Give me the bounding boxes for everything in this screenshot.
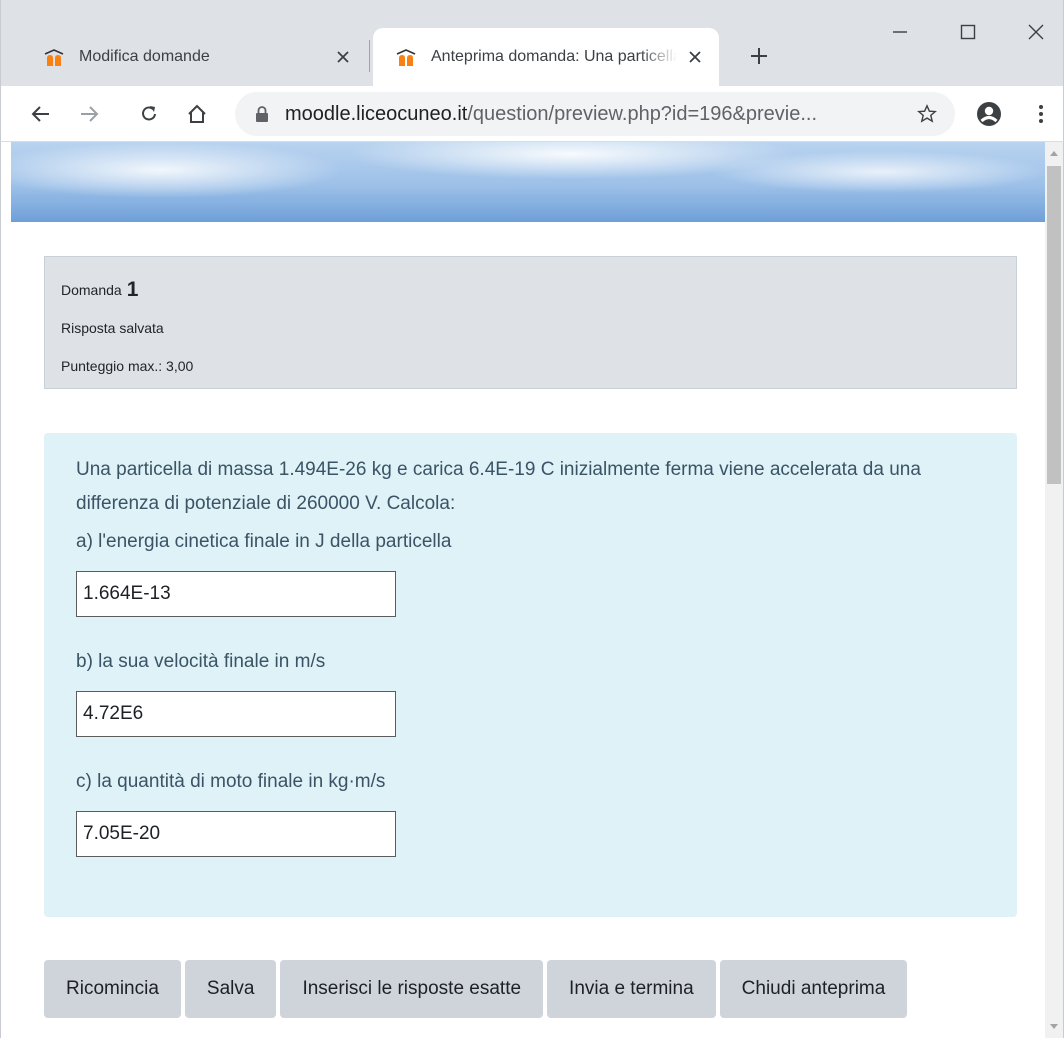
scroll-down-arrow-icon[interactable] [1045, 1018, 1063, 1036]
url-path: /question/preview.php?id=196&previe... [467, 102, 818, 125]
tab-title: Anteprima domanda: Una particella di mas… [431, 48, 677, 65]
answer-c-input[interactable] [76, 811, 396, 857]
question-number: Domanda 1 [61, 271, 1000, 309]
header-sky-banner [11, 142, 1047, 222]
save-button[interactable]: Salva [184, 960, 277, 1018]
answer-a-input[interactable] [76, 571, 396, 617]
minimize-icon[interactable] [873, 12, 927, 52]
preview-controls: Ricomincia Salva Inserisci le risposte e… [44, 960, 908, 1018]
arrow-right-icon[interactable] [69, 94, 109, 134]
answer-b-input[interactable] [76, 691, 396, 737]
account-icon[interactable] [969, 94, 1009, 134]
new-tab-plus-icon[interactable] [741, 38, 777, 74]
fill-correct-button[interactable]: Inserisci le risposte esatte [280, 960, 544, 1018]
tab-title: Modifica domande [79, 48, 210, 65]
moodle-favicon-icon [43, 46, 65, 68]
restart-button[interactable]: Ricomincia [44, 960, 181, 1018]
kebab-menu-icon[interactable] [1021, 94, 1061, 134]
part-c-label: c) la quantità di moto finale in kg·m/s [76, 771, 386, 792]
page-content: Domanda 1 Risposta salvata Punteggio max… [11, 222, 1047, 1038]
url-host: moodle.liceocuneo.it [285, 102, 468, 125]
home-icon[interactable] [177, 94, 217, 134]
tab-strip: Modifica domande Anteprima domanda: Una … [0, 0, 1064, 86]
part-a-label: a) l'energia cinetica finale in J della … [76, 531, 452, 552]
page-viewport: Domanda 1 Risposta salvata Punteggio max… [0, 142, 1064, 1038]
close-window-icon[interactable] [1009, 12, 1063, 52]
tab-anteprima-domanda[interactable]: Anteprima domanda: Una particella di mas… [373, 28, 719, 86]
browser-toolbar: moodle.liceocuneo.it/question/preview.ph… [0, 86, 1064, 142]
tab-modifica-domande[interactable]: Modifica domande [21, 28, 367, 86]
question-text: Una particella di massa 1.494E-26 kg e c… [76, 459, 921, 514]
question-state: Risposta salvata [61, 320, 164, 336]
reload-icon[interactable] [129, 94, 169, 134]
lock-icon[interactable] [255, 106, 269, 122]
vertical-scrollbar[interactable] [1045, 142, 1063, 1038]
url-text: moodle.liceocuneo.it/question/preview.ph… [285, 103, 905, 126]
close-tab-icon[interactable] [325, 39, 361, 75]
scrollbar-thumb[interactable] [1047, 166, 1061, 484]
question-label: Domanda [61, 282, 122, 298]
address-bar[interactable]: moodle.liceocuneo.it/question/preview.ph… [235, 92, 955, 136]
question-grade: Punteggio max.: 3,00 [61, 358, 194, 374]
submit-finish-button[interactable]: Invia e termina [547, 960, 716, 1018]
question-number-value: 1 [126, 278, 139, 301]
maximize-icon[interactable] [941, 12, 995, 52]
star-icon[interactable] [905, 92, 949, 136]
arrow-left-icon[interactable] [21, 94, 61, 134]
scroll-up-arrow-icon[interactable] [1045, 144, 1063, 162]
close-preview-button[interactable]: Chiudi anteprima [719, 960, 908, 1018]
question-info: Domanda 1 Risposta salvata Punteggio max… [44, 256, 1017, 389]
tab-separator [369, 40, 370, 72]
question-formulation: Una particella di massa 1.494E-26 kg e c… [44, 433, 1017, 917]
close-tab-icon[interactable] [677, 39, 713, 75]
moodle-favicon-icon [395, 46, 417, 68]
part-b-label: b) la sua velocità finale in m/s [76, 651, 326, 672]
